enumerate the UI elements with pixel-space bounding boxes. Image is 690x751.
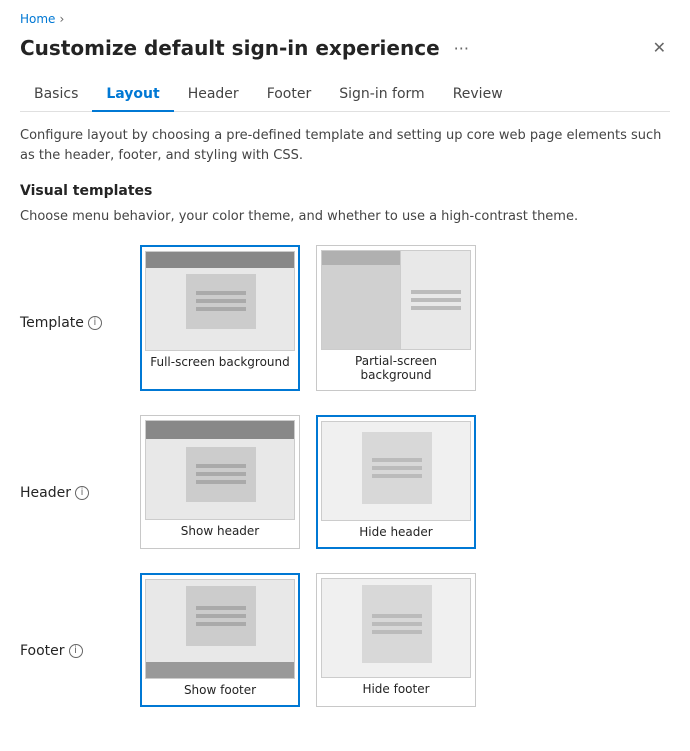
footer-hide-label: Hide footer bbox=[362, 682, 429, 700]
header-hide-label: Hide header bbox=[359, 525, 432, 543]
tab-footer[interactable]: Footer bbox=[253, 78, 326, 112]
tab-layout[interactable]: Layout bbox=[92, 78, 173, 112]
page-title: Customize default sign-in experience bbox=[20, 36, 440, 60]
preview-fullscreen bbox=[145, 251, 295, 351]
template-options-row: Full-screen background Partial-screen ba… bbox=[140, 245, 476, 391]
tab-header[interactable]: Header bbox=[174, 78, 253, 112]
preview-hide-header bbox=[321, 421, 471, 521]
preview-show-footer bbox=[145, 579, 295, 679]
footer-show-label: Show footer bbox=[184, 683, 256, 701]
preview-partial bbox=[321, 250, 471, 350]
tab-review[interactable]: Review bbox=[439, 78, 517, 112]
header-option-hide[interactable]: Hide header bbox=[316, 415, 476, 549]
template-partial-label: Partial-screen background bbox=[321, 354, 471, 386]
preview-header-bar bbox=[146, 252, 294, 268]
page-title-row: Customize default sign-in experience ··· bbox=[20, 36, 475, 60]
layout-description: Configure layout by choosing a pre-defin… bbox=[20, 126, 670, 165]
footer-options-row: Show footer Hide footer bbox=[140, 573, 476, 707]
page-header: Customize default sign-in experience ···… bbox=[20, 34, 670, 62]
preview-hf-card bbox=[362, 585, 432, 663]
preview-sf-footer bbox=[146, 662, 294, 678]
breadcrumb-separator: › bbox=[59, 12, 64, 26]
template-option-partial[interactable]: Partial-screen background bbox=[316, 245, 476, 391]
more-options-icon[interactable]: ··· bbox=[448, 37, 475, 60]
footer-info-icon[interactable]: i bbox=[69, 644, 83, 658]
breadcrumb-home[interactable]: Home bbox=[20, 12, 55, 26]
breadcrumb: Home › bbox=[20, 12, 670, 26]
header-options-row: Show header Hide header bbox=[140, 415, 476, 549]
tabs-container: Basics Layout Header Footer Sign-in form… bbox=[20, 78, 670, 112]
template-info-icon[interactable]: i bbox=[88, 316, 102, 330]
preview-right-panel bbox=[400, 251, 470, 349]
preview-sf-card bbox=[186, 586, 256, 646]
header-label: Header i bbox=[20, 415, 140, 501]
header-info-icon[interactable]: i bbox=[75, 486, 89, 500]
footer-option-hide[interactable]: Hide footer bbox=[316, 573, 476, 707]
header-show-label: Show header bbox=[181, 524, 259, 542]
tab-basics[interactable]: Basics bbox=[20, 78, 92, 112]
template-option-fullscreen[interactable]: Full-screen background bbox=[140, 245, 300, 391]
preview-hide-footer bbox=[321, 578, 471, 678]
visual-templates-desc: Choose menu behavior, your color theme, … bbox=[20, 207, 670, 227]
preview-card-box bbox=[186, 274, 256, 329]
close-button[interactable]: ✕ bbox=[649, 34, 670, 62]
preview-h-bar bbox=[146, 421, 294, 439]
footer-label: Footer i bbox=[20, 573, 140, 659]
footer-option-group: Footer i Show footer bbox=[20, 573, 670, 707]
visual-templates-title: Visual templates bbox=[20, 183, 670, 199]
preview-h-card bbox=[186, 447, 256, 502]
preview-hh-card bbox=[362, 432, 432, 504]
header-option-group: Header i Show header bbox=[20, 415, 670, 549]
header-option-show[interactable]: Show header bbox=[140, 415, 300, 549]
tab-signin-form[interactable]: Sign-in form bbox=[325, 78, 438, 112]
template-fullscreen-label: Full-screen background bbox=[150, 355, 290, 373]
preview-show-header bbox=[145, 420, 295, 520]
template-option-group: Template i Full-screen background bbox=[20, 245, 670, 391]
template-label: Template i bbox=[20, 245, 140, 331]
footer-option-show[interactable]: Show footer bbox=[140, 573, 300, 707]
